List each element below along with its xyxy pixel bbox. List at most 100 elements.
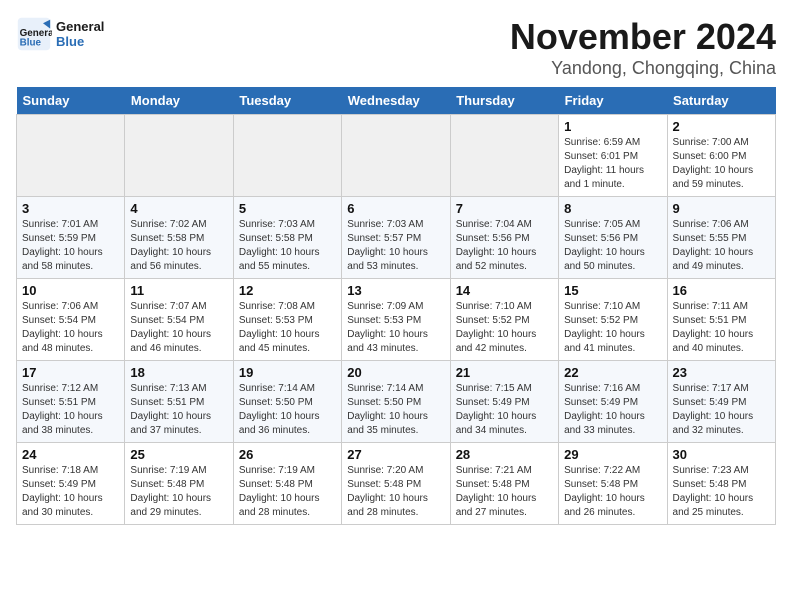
column-header-monday: Monday [125,87,233,115]
day-cell: 23Sunrise: 7:17 AM Sunset: 5:49 PM Dayli… [667,361,775,443]
day-info: Sunrise: 7:13 AM Sunset: 5:51 PM Dayligh… [130,382,227,438]
day-cell: 8 Sunrise: 7:05 AM Sunset: 5:56 PM Daylig… [559,197,667,279]
day-info: Sunrise: 7:06 AM Sunset: 5:54 PM Dayligh… [22,300,119,356]
day-number: 15 [564,283,661,298]
day-info: Sunrise: 7:03 AM Sunset: 5:57 PM Dayligh… [347,218,444,274]
day-number: 3 [22,201,119,216]
day-cell [450,115,558,197]
day-cell: 2Sunrise: 7:00 AM Sunset: 6:00 PM Daylig… [667,115,775,197]
column-header-friday: Friday [559,87,667,115]
day-info: Sunrise: 7:08 AM Sunset: 5:53 PM Dayligh… [239,300,336,356]
svg-text:Blue: Blue [20,38,42,49]
calendar-header-row: SundayMondayTuesdayWednesdayThursdayFrid… [17,87,776,115]
day-number: 22 [564,365,661,380]
day-number: 4 [130,201,227,216]
day-cell: 13Sunrise: 7:09 AM Sunset: 5:53 PM Dayli… [342,279,450,361]
day-number: 5 [239,201,336,216]
day-cell [342,115,450,197]
day-cell: 26 Sunrise: 7:19 AM Sunset: 5:48 PM Dayli… [233,443,341,525]
day-number: 25 [130,447,227,462]
day-cell: 22 Sunrise: 7:16 AM Sunset: 5:49 PM Dayli… [559,361,667,443]
day-cell: 14Sunrise: 7:10 AM Sunset: 5:52 PM Dayli… [450,279,558,361]
column-header-thursday: Thursday [450,87,558,115]
day-cell: 1 Sunrise: 6:59 AM Sunset: 6:01 PM Daylig… [559,115,667,197]
location-title: Yandong, Chongqing, China [510,58,776,79]
week-row-3: 17Sunrise: 7:12 AM Sunset: 5:51 PM Dayli… [17,361,776,443]
column-header-sunday: Sunday [17,87,125,115]
day-cell: 30Sunrise: 7:23 AM Sunset: 5:48 PM Dayli… [667,443,775,525]
week-row-2: 10 Sunrise: 7:06 AM Sunset: 5:54 PM Dayli… [17,279,776,361]
day-cell: 7 Sunrise: 7:04 AM Sunset: 5:56 PM Daylig… [450,197,558,279]
day-info: Sunrise: 7:07 AM Sunset: 5:54 PM Dayligh… [130,300,227,356]
day-number: 7 [456,201,553,216]
day-cell: 5Sunrise: 7:03 AM Sunset: 5:58 PM Daylig… [233,197,341,279]
day-number: 14 [456,283,553,298]
week-row-4: 24 Sunrise: 7:18 AM Sunset: 5:49 PM Dayli… [17,443,776,525]
day-info: Sunrise: 7:20 AM Sunset: 5:48 PM Dayligh… [347,464,444,520]
day-info: Sunrise: 7:19 AM Sunset: 5:48 PM Dayligh… [130,464,227,520]
day-number: 19 [239,365,336,380]
logo: General Blue General Blue [16,16,104,52]
day-number: 1 [564,119,661,134]
day-number: 26 [239,447,336,462]
day-number: 30 [673,447,770,462]
day-cell: 27Sunrise: 7:20 AM Sunset: 5:48 PM Dayli… [342,443,450,525]
logo-line1: General [56,19,104,34]
day-cell [233,115,341,197]
day-info: Sunrise: 7:18 AM Sunset: 5:49 PM Dayligh… [22,464,119,520]
page-header: General Blue General Blue November 2024 … [16,16,776,79]
calendar-table: SundayMondayTuesdayWednesdayThursdayFrid… [16,87,776,525]
day-cell: 24 Sunrise: 7:18 AM Sunset: 5:49 PM Dayli… [17,443,125,525]
day-info: Sunrise: 7:19 AM Sunset: 5:48 PM Dayligh… [239,464,336,520]
day-info: Sunrise: 7:22 AM Sunset: 5:48 PM Dayligh… [564,464,661,520]
day-number: 6 [347,201,444,216]
day-cell: 16Sunrise: 7:11 AM Sunset: 5:51 PM Dayli… [667,279,775,361]
day-cell: 18 Sunrise: 7:13 AM Sunset: 5:51 PM Dayli… [125,361,233,443]
day-cell: 6 Sunrise: 7:03 AM Sunset: 5:57 PM Daylig… [342,197,450,279]
day-number: 9 [673,201,770,216]
day-cell: 3Sunrise: 7:01 AM Sunset: 5:59 PM Daylig… [17,197,125,279]
day-info: Sunrise: 7:14 AM Sunset: 5:50 PM Dayligh… [239,382,336,438]
title-section: November 2024 Yandong, Chongqing, China [510,16,776,79]
day-number: 20 [347,365,444,380]
day-info: Sunrise: 7:05 AM Sunset: 5:56 PM Dayligh… [564,218,661,274]
day-number: 29 [564,447,661,462]
day-cell: 19 Sunrise: 7:14 AM Sunset: 5:50 PM Dayli… [233,361,341,443]
day-cell: 29 Sunrise: 7:22 AM Sunset: 5:48 PM Dayli… [559,443,667,525]
column-header-saturday: Saturday [667,87,775,115]
logo-line2: Blue [56,34,104,49]
day-cell: 20 Sunrise: 7:14 AM Sunset: 5:50 PM Dayli… [342,361,450,443]
day-number: 10 [22,283,119,298]
day-cell: 15Sunrise: 7:10 AM Sunset: 5:52 PM Dayli… [559,279,667,361]
day-number: 18 [130,365,227,380]
day-number: 21 [456,365,553,380]
day-info: Sunrise: 7:09 AM Sunset: 5:53 PM Dayligh… [347,300,444,356]
day-info: Sunrise: 7:14 AM Sunset: 5:50 PM Dayligh… [347,382,444,438]
column-header-tuesday: Tuesday [233,87,341,115]
day-info: Sunrise: 6:59 AM Sunset: 6:01 PM Dayligh… [564,136,661,192]
day-info: Sunrise: 7:17 AM Sunset: 5:49 PM Dayligh… [673,382,770,438]
day-info: Sunrise: 7:04 AM Sunset: 5:56 PM Dayligh… [456,218,553,274]
day-number: 12 [239,283,336,298]
day-cell [17,115,125,197]
day-number: 28 [456,447,553,462]
day-cell: 21 Sunrise: 7:15 AM Sunset: 5:49 PM Dayli… [450,361,558,443]
day-info: Sunrise: 7:15 AM Sunset: 5:49 PM Dayligh… [456,382,553,438]
day-cell: 10 Sunrise: 7:06 AM Sunset: 5:54 PM Dayli… [17,279,125,361]
day-number: 11 [130,283,227,298]
day-cell [125,115,233,197]
day-info: Sunrise: 7:00 AM Sunset: 6:00 PM Dayligh… [673,136,770,192]
day-cell: 25 Sunrise: 7:19 AM Sunset: 5:48 PM Dayli… [125,443,233,525]
day-info: Sunrise: 7:06 AM Sunset: 5:55 PM Dayligh… [673,218,770,274]
column-header-wednesday: Wednesday [342,87,450,115]
month-title: November 2024 [510,16,776,58]
day-info: Sunrise: 7:11 AM Sunset: 5:51 PM Dayligh… [673,300,770,356]
day-info: Sunrise: 7:02 AM Sunset: 5:58 PM Dayligh… [130,218,227,274]
day-number: 24 [22,447,119,462]
day-cell: 9 Sunrise: 7:06 AM Sunset: 5:55 PM Daylig… [667,197,775,279]
day-number: 8 [564,201,661,216]
day-info: Sunrise: 7:16 AM Sunset: 5:49 PM Dayligh… [564,382,661,438]
day-cell: 12 Sunrise: 7:08 AM Sunset: 5:53 PM Dayli… [233,279,341,361]
logo-icon: General Blue [16,16,52,52]
day-info: Sunrise: 7:21 AM Sunset: 5:48 PM Dayligh… [456,464,553,520]
